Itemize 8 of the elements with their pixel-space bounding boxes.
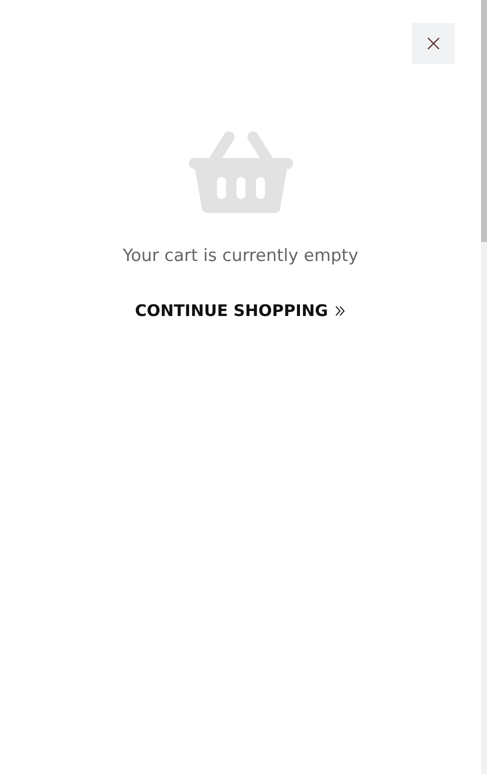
empty-cart-message: Your cart is currently empty [122,245,358,267]
close-button[interactable] [412,23,455,64]
scrollbar[interactable] [481,0,487,774]
basket-icon [188,131,292,213]
close-icon [427,37,440,50]
double-chevron-icon [334,304,346,316]
continue-shopping-link[interactable]: CONTINUE SHOPPING [135,301,346,320]
scrollbar-thumb[interactable] [481,0,487,242]
